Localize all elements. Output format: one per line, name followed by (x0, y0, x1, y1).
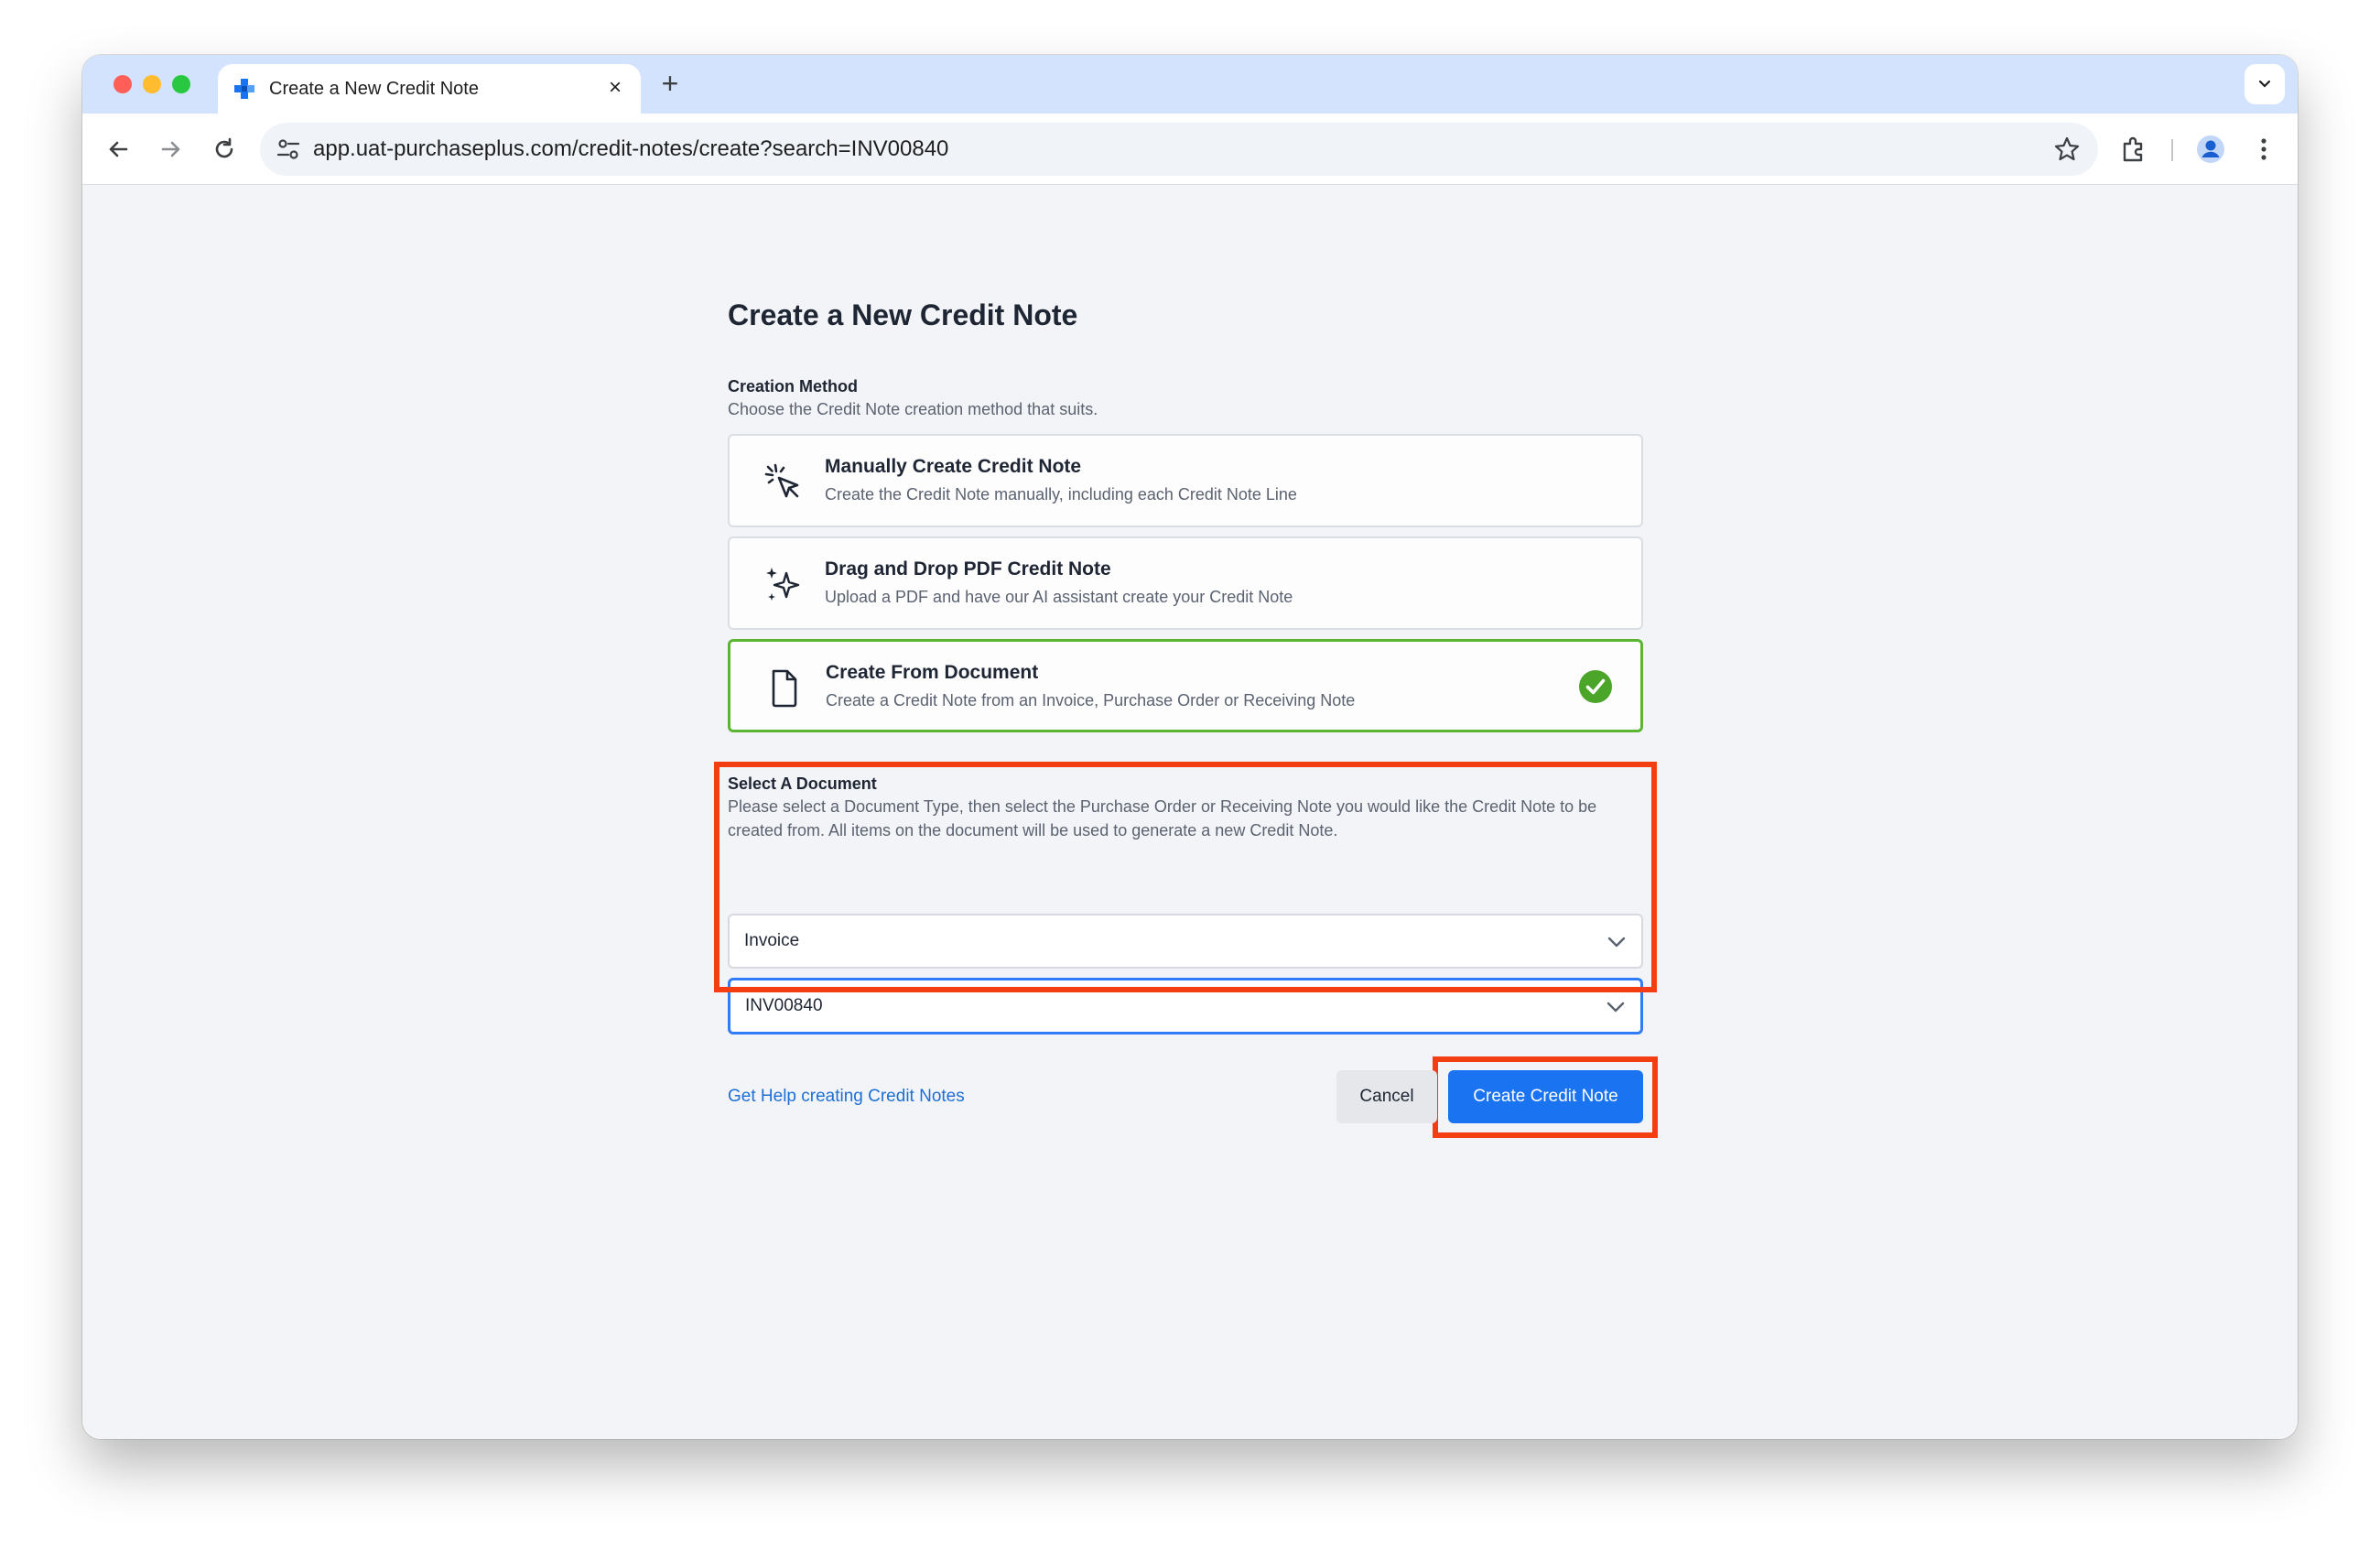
reload-button[interactable] (207, 132, 242, 167)
help-link[interactable]: Get Help creating Credit Notes (728, 1087, 965, 1107)
option-title: Create From Document (826, 662, 1039, 683)
extensions-icon[interactable] (2116, 132, 2151, 167)
option-description: Create a Credit Note from an Invoice, Pu… (826, 691, 1356, 710)
cancel-button[interactable]: Cancel (1336, 1070, 1437, 1123)
page-body: Create a New Credit Note Creation Method… (82, 185, 2298, 1439)
toolbar-divider (2171, 139, 2173, 161)
option-title: Manually Create Credit Note (825, 456, 1082, 477)
site-settings-icon[interactable] (273, 134, 304, 165)
browser-tab[interactable]: Create a New Credit Note × (218, 64, 641, 115)
check-circle-icon (1579, 670, 1612, 703)
option-manual-create[interactable]: Manually Create Credit Note Create the C… (728, 434, 1643, 527)
chevron-down-icon (2258, 80, 2271, 88)
minimize-window-button[interactable] (143, 75, 161, 93)
back-button[interactable] (101, 132, 135, 167)
creation-method-label: Creation Method (728, 377, 858, 395)
url-text[interactable]: app.uat-purchaseplus.com/credit-notes/cr… (313, 136, 948, 162)
document-value: INV00840 (745, 996, 823, 1015)
page-title: Create a New Credit Note (728, 298, 1078, 331)
tab-title: Create a New Credit Note (269, 79, 479, 99)
bookmark-star-icon[interactable] (2052, 135, 2082, 164)
profile-avatar-icon[interactable] (2193, 132, 2228, 167)
option-description: Create the Credit Note manually, includi… (825, 485, 1297, 504)
option-title: Drag and Drop PDF Credit Note (825, 558, 1111, 580)
forward-button[interactable] (154, 132, 189, 167)
reload-icon (215, 137, 233, 158)
select-document-highlight (714, 762, 1657, 992)
close-window-button[interactable] (114, 75, 132, 93)
option-description: Upload a PDF and have our AI assistant c… (825, 588, 1293, 606)
tab-close-icon[interactable]: × (602, 75, 628, 101)
maximize-window-button[interactable] (172, 75, 190, 93)
creation-method-help: Choose the Credit Note creation method t… (728, 400, 1098, 418)
browser-toolbar: app.uat-purchaseplus.com/credit-notes/cr… (82, 114, 2298, 185)
option-drag-drop-pdf[interactable]: Drag and Drop PDF Credit Note Upload a P… (728, 536, 1643, 630)
sparkles-icon (766, 568, 800, 601)
browser-window: Create a New Credit Note × + app.uat-pur… (82, 55, 2298, 1439)
option-create-from-document[interactable]: Create From Document Create a Credit Not… (728, 639, 1643, 732)
back-arrow-icon (109, 141, 128, 157)
forward-arrow-icon (161, 141, 180, 157)
tab-strip: Create a New Credit Note × + (82, 55, 2298, 115)
tab-search-button[interactable] (2245, 64, 2285, 104)
new-tab-button[interactable]: + (654, 68, 687, 101)
browser-menu-icon[interactable] (2246, 132, 2281, 167)
cursor-click-icon (764, 463, 799, 498)
purchaseplus-favicon-icon (234, 79, 254, 99)
document-icon (772, 669, 797, 708)
address-bar[interactable]: app.uat-purchaseplus.com/credit-notes/cr… (260, 123, 2098, 176)
chevron-down-icon (1606, 1002, 1625, 1013)
create-credit-note-button[interactable]: Create Credit Note (1448, 1070, 1643, 1123)
